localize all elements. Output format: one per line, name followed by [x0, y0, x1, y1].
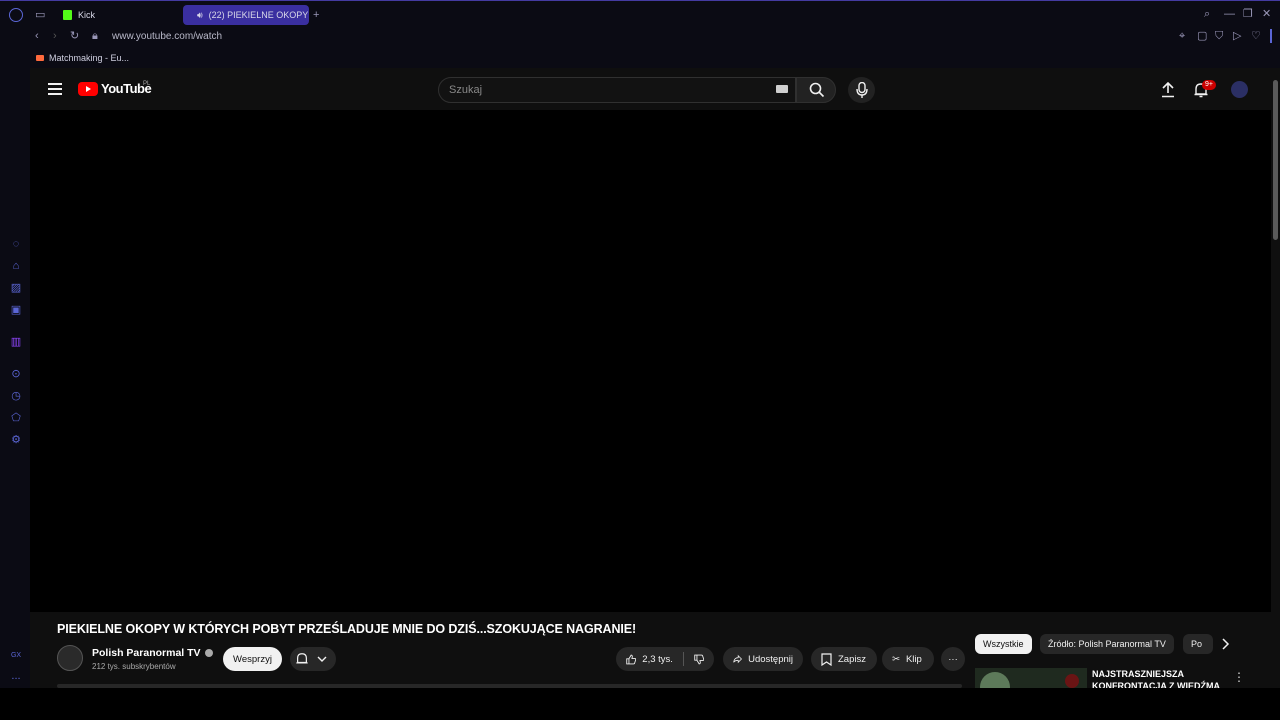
aria-icon[interactable]: ◌	[10, 238, 22, 250]
opera-logo-icon[interactable]	[9, 8, 23, 22]
pin-icon[interactable]: ⌖	[1179, 30, 1185, 42]
settings-gear-icon[interactable]: ⚙	[10, 434, 22, 446]
maximize-icon[interactable]: ❐	[1243, 8, 1253, 20]
recommended-title[interactable]: NAJSTRASZNIEJSZA KONFRONTACJA Z WIEDŹMĄ	[1092, 668, 1222, 690]
chip-related[interactable]: Po	[1183, 634, 1213, 654]
player-icon[interactable]: ▷	[1233, 30, 1241, 42]
forward-icon[interactable]: ›	[53, 30, 57, 42]
heart-icon[interactable]: ♡	[1251, 30, 1261, 42]
region-code: PL	[143, 81, 151, 87]
speaker-icon: 🔊︎	[197, 9, 203, 20]
player-sidebar-icon[interactable]: ⊙	[10, 368, 22, 380]
support-button[interactable]: Wesprzyj	[223, 647, 282, 671]
sidebar-more-icon[interactable]: ...	[10, 670, 22, 682]
keyboard-icon[interactable]	[776, 85, 788, 93]
search-input[interactable]	[438, 77, 796, 103]
channel-avatar[interactable]	[57, 645, 83, 671]
history-icon[interactable]: ◷	[10, 390, 22, 402]
bookmark-item[interactable]: Matchmaking - Eu...	[36, 53, 129, 63]
thumbnail-red-shape	[1065, 674, 1079, 688]
account-avatar[interactable]	[1231, 81, 1248, 98]
twitch-icon[interactable]: ▥	[10, 336, 22, 348]
search-placeholder: Szukaj	[449, 84, 483, 96]
bookmark-label: Matchmaking - Eu...	[49, 53, 130, 63]
save-label: Zapisz	[838, 653, 866, 665]
more-icon: ···	[948, 653, 958, 665]
menu-icon[interactable]	[48, 83, 62, 95]
video-player[interactable]	[30, 110, 1271, 612]
search-button[interactable]	[796, 77, 836, 103]
bell-icon	[296, 653, 308, 664]
tab-label: Kick	[78, 10, 96, 20]
channel-name: Polish Paranormal TV	[92, 647, 201, 659]
search-icon	[809, 82, 825, 98]
subscriber-count: 212 tys. subskrybentów	[92, 662, 176, 671]
subscription-bell-button[interactable]	[290, 647, 336, 671]
tab-label: (22) PIEKIELNE OKOPY	[208, 10, 309, 20]
back-icon[interactable]: ‹	[35, 30, 39, 42]
search-tabs-icon[interactable]: ⌕	[1204, 8, 1210, 20]
close-icon[interactable]: ✕	[1262, 8, 1271, 20]
channel-name-link[interactable]: Polish Paranormal TV	[92, 647, 213, 659]
like-dislike-group[interactable]: 2,3 tys.	[616, 647, 714, 671]
kick-logo-icon	[63, 10, 72, 20]
save-button[interactable]: Zapisz	[811, 647, 877, 671]
new-tab-button[interactable]: +	[313, 9, 319, 21]
snapshot-icon[interactable]: ▢	[1197, 30, 1207, 42]
upload-icon[interactable]	[1161, 81, 1175, 101]
chevron-down-icon	[317, 656, 327, 662]
window-border	[0, 0, 1280, 1]
messenger-icon[interactable]: ▣	[10, 304, 22, 316]
chip-all[interactable]: Wszystkie	[975, 634, 1032, 654]
clip-button[interactable]: ✂︎ Klip	[882, 647, 934, 671]
more-actions-button[interactable]: ···	[941, 647, 965, 671]
extensions-icon[interactable]: ⬠	[10, 412, 22, 424]
notification-badge: 9+	[1202, 80, 1216, 90]
video-title: PIEKIELNE OKOPY W KTÓRYCH POBYT PRZEŚLAD…	[57, 622, 637, 636]
share-label: Udostępnij	[748, 653, 793, 665]
address-bar[interactable]: www.youtube.com/watch	[112, 31, 222, 42]
like-icon[interactable]	[626, 653, 637, 666]
chip-source-channel[interactable]: Źródło: Polish Paranormal TV	[1040, 634, 1174, 654]
scissors-icon: ✂︎	[892, 653, 900, 665]
kebab-menu-icon[interactable]: ⋮	[1233, 670, 1245, 684]
discord-icon[interactable]: ▨	[10, 282, 22, 294]
lock-icon: 🔒︎	[92, 30, 98, 42]
tab-kick[interactable]: Kick	[55, 5, 177, 25]
page-bottom-area	[0, 688, 1280, 720]
like-divider	[682, 652, 684, 666]
scrollbar-thumb[interactable]	[1273, 80, 1278, 240]
share-icon	[733, 654, 743, 664]
reload-icon[interactable]: ↻	[70, 30, 79, 42]
chevron-right-icon[interactable]	[1220, 638, 1230, 653]
youtube-play-icon	[78, 81, 98, 96]
microphone-icon	[856, 82, 868, 98]
bookmark-icon	[821, 652, 832, 666]
tab-youtube[interactable]: 🔊︎ (22) PIEKIELNE OKOPY	[183, 5, 309, 25]
minimize-icon[interactable]: —	[1224, 8, 1235, 20]
voice-search-button[interactable]	[848, 77, 875, 103]
bookmark-favicon-icon	[36, 55, 44, 61]
tab-menu-icon[interactable]: ▭	[35, 9, 45, 21]
browser-sidebar: ◌ ⌂ ▨ ▣ ▥ ⊙ ◷ ⬠ ⚙ GX ...	[0, 68, 30, 720]
sidebar-toggle[interactable]	[1270, 29, 1272, 43]
dislike-icon[interactable]	[694, 653, 704, 666]
gaming-icon[interactable]: ⌂	[10, 260, 22, 272]
share-button[interactable]: Udostępnij	[723, 647, 803, 671]
shield-icon[interactable]: ⛉	[1215, 30, 1223, 42]
clip-label: Klip	[905, 653, 922, 665]
youtube-logo[interactable]: YouTube	[78, 81, 152, 96]
verified-icon	[204, 649, 213, 657]
like-count: 2,3 tys.	[642, 653, 673, 665]
recommended-thumbnail[interactable]	[975, 668, 1087, 690]
gx-control-icon[interactable]: GX	[10, 650, 22, 662]
